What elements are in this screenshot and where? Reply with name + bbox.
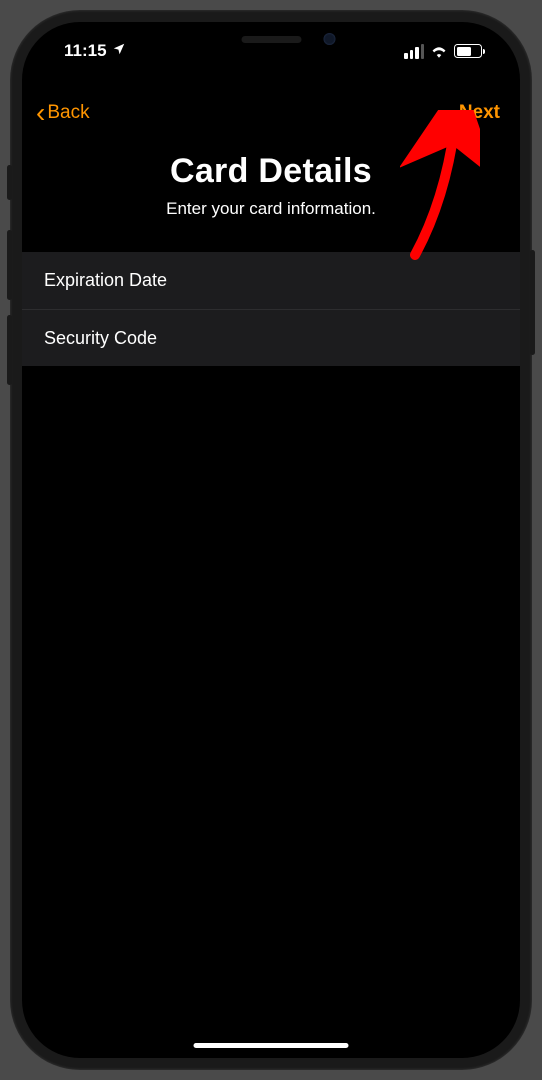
phone-frame: 11:15 ‹ (10, 10, 532, 1070)
front-camera (324, 33, 336, 45)
notch (159, 22, 384, 56)
silence-switch[interactable] (7, 165, 12, 200)
nav-back-label: Back (47, 102, 89, 124)
form-list: Expiration Date Security Code (22, 252, 520, 366)
speaker-grille (241, 36, 301, 43)
screen: 11:15 ‹ (22, 22, 520, 1058)
power-button[interactable] (530, 250, 535, 355)
volume-up-button[interactable] (7, 230, 12, 300)
cellular-icon (404, 44, 424, 59)
chevron-left-icon: ‹ (36, 99, 45, 127)
expiration-date-field[interactable]: Expiration Date (22, 252, 520, 309)
field-label: Expiration Date (44, 270, 167, 291)
page-subtitle: Enter your card information. (22, 199, 520, 219)
nav-back-button[interactable]: ‹ Back (36, 99, 90, 127)
security-code-field[interactable]: Security Code (22, 309, 520, 366)
battery-icon (454, 44, 482, 58)
home-indicator[interactable] (194, 1043, 349, 1048)
field-label: Security Code (44, 328, 157, 349)
nav-next-button[interactable]: Next (459, 102, 500, 124)
volume-down-button[interactable] (7, 315, 12, 385)
wifi-icon (430, 44, 448, 58)
header-block: Card Details Enter your card information… (22, 152, 520, 219)
nav-bar: ‹ Back Next (22, 88, 520, 138)
nav-next-label: Next (459, 102, 500, 123)
location-icon (112, 41, 126, 61)
page-title: Card Details (22, 152, 520, 191)
status-time: 11:15 (64, 41, 107, 61)
status-right (404, 36, 490, 66)
status-left: 11:15 (52, 36, 126, 66)
